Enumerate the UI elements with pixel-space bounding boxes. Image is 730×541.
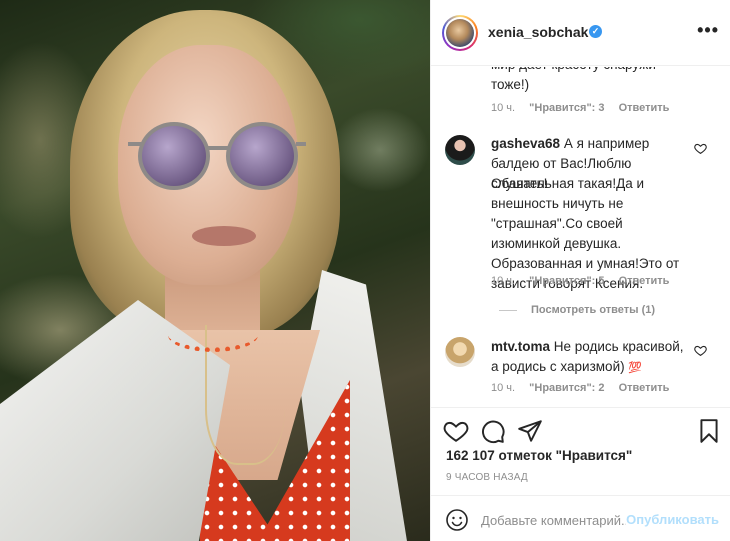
photo-lips [192, 226, 256, 246]
photo-glasses-bridge [208, 146, 228, 150]
comment-likes[interactable]: "Нравится": 5 [529, 275, 604, 287]
post-header: xenia_sobchak ✓ ••• [431, 0, 730, 66]
photo-glasses-lens [226, 122, 298, 190]
comment-likes[interactable]: "Нравится": 3 [529, 102, 604, 114]
comment-text: mtv.toma Не родись красивой, [491, 337, 691, 357]
comment-like-heart-icon[interactable] [694, 344, 707, 357]
commenter-avatar[interactable] [445, 337, 475, 367]
likes-count[interactable]: 162 107 отметок "Нравится" [446, 448, 632, 463]
author-username[interactable]: xenia_sobchak [488, 24, 588, 40]
comment-text-line: Не родись красивой, [553, 339, 684, 354]
comment-text-line: А я например [563, 136, 650, 151]
publish-button[interactable]: Опубликовать [626, 512, 719, 527]
comment-text-line: а родись с харизмой) [491, 359, 625, 374]
author-avatar[interactable] [442, 15, 478, 51]
post-actions: 162 107 отметок "Нравится" 9 ЧАСОВ НАЗАД [431, 407, 730, 507]
commenter-avatar[interactable] [445, 135, 475, 165]
comment-reply-button[interactable]: Ответить [619, 382, 670, 394]
share-send-icon[interactable] [517, 418, 543, 444]
author-avatar-image [446, 19, 474, 47]
comment-text-line: "страшная".Со своей [491, 216, 623, 231]
comment-text: а родись с харизмой) 💯 [491, 357, 691, 378]
comment-text-line: Образованная и умная!Это от [491, 256, 680, 271]
comment-like-heart-icon[interactable] [694, 142, 707, 155]
comment-time[interactable]: 10 ч. [491, 275, 515, 287]
comment-likes[interactable]: "Нравится": 2 [529, 382, 604, 394]
comments-list[interactable]: мир дает красоту снаружи тоже!) 10 ч. "Н… [431, 67, 730, 407]
like-heart-icon[interactable] [443, 418, 469, 444]
comment-text-line: изюминкой девушка. [491, 236, 622, 251]
comment-text-line: внешность ничуть не [491, 196, 624, 211]
verified-badge-icon: ✓ [589, 25, 602, 38]
photo-necklace [168, 318, 258, 352]
hundred-emoji: 💯 [628, 362, 643, 374]
view-replies-label: Посмотреть ответы (1) [531, 304, 656, 316]
commenter-username[interactable]: mtv.toma [491, 339, 550, 354]
comment-time[interactable]: 10 ч. [491, 102, 515, 114]
photo-glasses-lens [138, 122, 210, 190]
view-replies-button[interactable]: Посмотреть ответы (1) [499, 304, 655, 316]
comment-text: gasheva68 А я например [491, 134, 691, 154]
post-photo[interactable] [0, 0, 430, 541]
post-time[interactable]: 9 ЧАСОВ НАЗАД [446, 472, 528, 483]
photo-glasses-temple [296, 142, 306, 146]
comment-text-line: Обаятельная такая!Да и [491, 176, 645, 191]
commenter-username[interactable]: gasheva68 [491, 136, 560, 151]
more-options-icon[interactable]: ••• [697, 20, 719, 41]
comment-input[interactable] [481, 510, 626, 530]
comment-text-line: тоже!) [491, 77, 530, 92]
comment-bubble-icon[interactable] [480, 418, 506, 444]
replies-divider-line [499, 309, 517, 311]
post-sidebar: xenia_sobchak ✓ ••• мир дает красоту сна… [430, 0, 730, 541]
emoji-smiley-icon[interactable] [445, 508, 469, 532]
comment-reply-button[interactable]: Ответить [619, 275, 670, 287]
comment-text-line: мир дает красоту снаружи [491, 67, 691, 75]
comment-time[interactable]: 10 ч. [491, 382, 515, 394]
save-bookmark-icon[interactable] [696, 418, 722, 444]
comment-reply-button[interactable]: Ответить [619, 102, 670, 114]
add-comment-bar: Опубликовать [431, 495, 730, 541]
